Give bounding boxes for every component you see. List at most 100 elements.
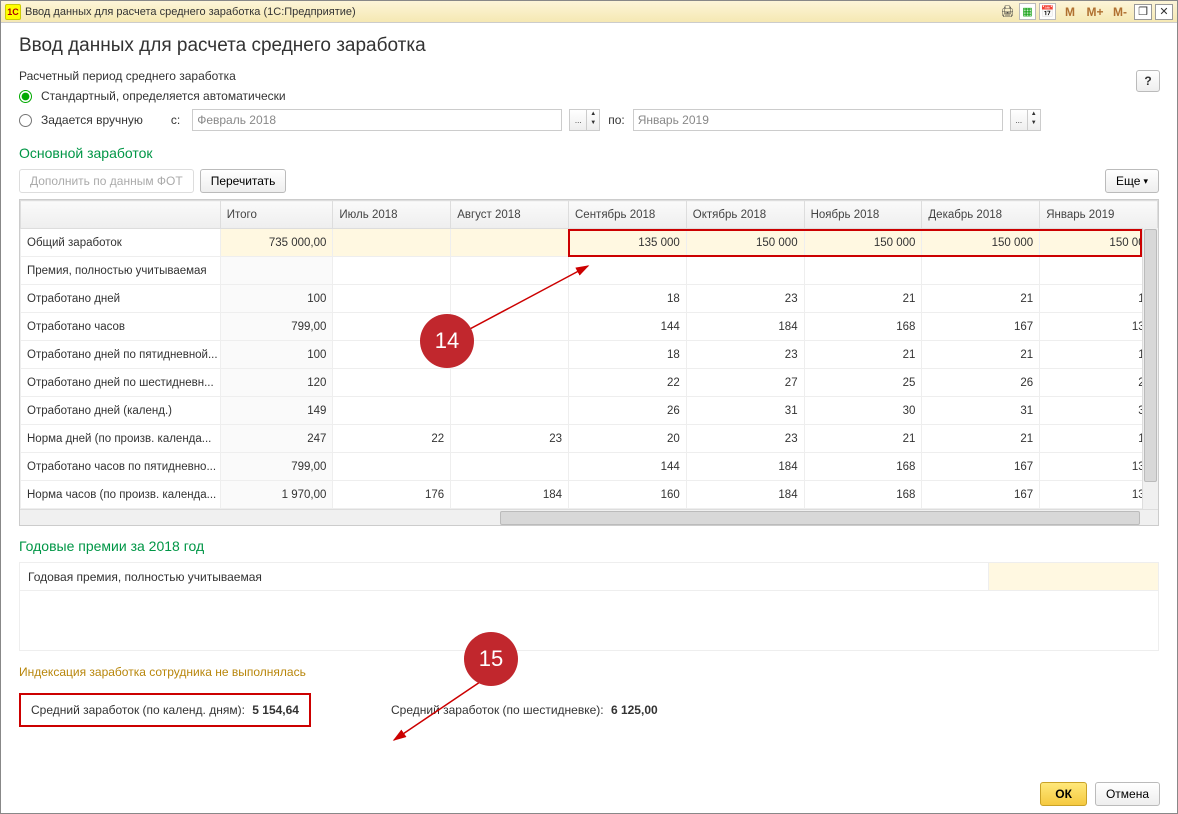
cell-value[interactable]: 21 (922, 341, 1040, 369)
row-label[interactable]: Отработано часов (21, 313, 221, 341)
cell-itogo[interactable]: 149 (220, 397, 333, 425)
cell-value[interactable]: 23 (686, 341, 804, 369)
print-icon[interactable]: 🖨 (999, 3, 1016, 20)
cell-value[interactable]: 23 (686, 425, 804, 453)
table-row[interactable]: Отработано часов799,00144184168167136 (21, 313, 1158, 341)
cell-value[interactable]: 21 (804, 285, 922, 313)
cell-value[interactable]: 160 (569, 481, 687, 509)
cell-value[interactable]: 31 (922, 397, 1040, 425)
cell-value[interactable] (569, 257, 687, 285)
cell-value[interactable]: 22 (569, 369, 687, 397)
row-label[interactable]: Общий заработок (21, 229, 221, 257)
cell-value[interactable]: 27 (686, 369, 804, 397)
cell-value[interactable] (686, 257, 804, 285)
cell-value[interactable]: 21 (804, 425, 922, 453)
cell-value[interactable]: 168 (804, 453, 922, 481)
cell-value[interactable]: 21 (804, 341, 922, 369)
col-month[interactable]: Январь 2019 (1040, 201, 1158, 229)
cell-itogo[interactable]: 735 000,00 (220, 229, 333, 257)
cell-value[interactable]: 184 (451, 481, 569, 509)
cell-value[interactable]: 184 (686, 453, 804, 481)
table-row[interactable]: Отработано дней1001823212117 (21, 285, 1158, 313)
table-row[interactable]: Премия, полностью учитываемая (21, 257, 1158, 285)
cell-value[interactable] (333, 285, 451, 313)
cell-value[interactable]: 144 (569, 313, 687, 341)
cell-value[interactable]: 184 (686, 313, 804, 341)
recalc-button[interactable]: Перечитать (200, 169, 287, 193)
grid-horizontal-scrollbar[interactable] (20, 509, 1158, 525)
row-label[interactable]: Норма часов (по произв. календа... (21, 481, 221, 509)
cell-value[interactable]: 17 (1040, 425, 1158, 453)
table-row[interactable]: Общий заработок735 000,00135 000150 0001… (21, 229, 1158, 257)
cell-value[interactable]: 150 000 (804, 229, 922, 257)
cell-value[interactable]: 167 (922, 313, 1040, 341)
cell-value[interactable]: 136 (1040, 453, 1158, 481)
cell-itogo[interactable]: 1 970,00 (220, 481, 333, 509)
cell-value[interactable] (333, 369, 451, 397)
cell-value[interactable]: 26 (922, 369, 1040, 397)
ok-button[interactable]: ОК (1040, 782, 1087, 806)
annual-row-value[interactable] (989, 563, 1159, 591)
cell-value[interactable] (333, 397, 451, 425)
cell-value[interactable] (451, 285, 569, 313)
cell-value[interactable] (451, 257, 569, 285)
cell-value[interactable] (333, 257, 451, 285)
row-label[interactable]: Отработано дней по шестидневн... (21, 369, 221, 397)
cell-itogo[interactable]: 799,00 (220, 453, 333, 481)
cell-value[interactable]: 23 (686, 285, 804, 313)
cell-value[interactable]: 21 (922, 285, 1040, 313)
row-label[interactable]: Премия, полностью учитываемая (21, 257, 221, 285)
memory-m-icon[interactable]: M (1059, 3, 1081, 20)
col-month[interactable]: Июль 2018 (333, 201, 451, 229)
cell-itogo[interactable]: 799,00 (220, 313, 333, 341)
row-label[interactable]: Отработано дней по пятидневной... (21, 341, 221, 369)
cancel-button[interactable]: Отмена (1095, 782, 1160, 806)
cell-value[interactable]: 17 (1040, 285, 1158, 313)
cell-value[interactable]: 26 (569, 397, 687, 425)
period-manual-radio[interactable] (19, 114, 32, 127)
period-auto-radio[interactable] (19, 90, 32, 103)
cell-value[interactable]: 18 (569, 341, 687, 369)
cell-itogo[interactable]: 120 (220, 369, 333, 397)
earnings-grid[interactable]: Итого Июль 2018 Август 2018 Сентябрь 201… (19, 199, 1159, 526)
memory-mminus-icon[interactable]: M- (1109, 3, 1131, 20)
row-label[interactable]: Норма дней (по произв. календа... (21, 425, 221, 453)
annual-row[interactable]: Годовая премия, полностью учитываемая (20, 563, 1159, 591)
cell-value[interactable] (1040, 257, 1158, 285)
grid-vertical-scrollbar[interactable] (1142, 228, 1158, 509)
help-button[interactable]: ? (1136, 70, 1160, 92)
cell-value[interactable]: 18 (569, 285, 687, 313)
cell-value[interactable]: 20 (569, 425, 687, 453)
period-from-input[interactable]: Февраль 2018 (192, 109, 562, 131)
cell-value[interactable]: 167 (922, 481, 1040, 509)
cell-value[interactable]: 31 (1040, 397, 1158, 425)
cell-value[interactable]: 184 (686, 481, 804, 509)
cell-value[interactable] (451, 369, 569, 397)
cell-value[interactable]: 136 (1040, 313, 1158, 341)
period-to-spinner[interactable]: ▲▼ (1027, 109, 1041, 131)
col-month[interactable]: Декабрь 2018 (922, 201, 1040, 229)
fill-by-fot-button[interactable]: Дополнить по данным ФОТ (19, 169, 194, 193)
annual-grid[interactable]: Годовая премия, полностью учитываемая (19, 562, 1159, 651)
table-row[interactable]: Норма дней (по произв. календа...2472223… (21, 425, 1158, 453)
col-month[interactable]: Октябрь 2018 (686, 201, 804, 229)
row-label[interactable]: Отработано часов по пятидневно... (21, 453, 221, 481)
col-itogo[interactable]: Итого (220, 201, 333, 229)
calculator-icon[interactable]: ▦ (1019, 3, 1036, 20)
cell-value[interactable]: 25 (804, 369, 922, 397)
table-row[interactable]: Отработано дней по пятидневной...1001823… (21, 341, 1158, 369)
col-month[interactable]: Сентябрь 2018 (569, 201, 687, 229)
cell-value[interactable]: 176 (333, 481, 451, 509)
row-label[interactable]: Отработано дней (21, 285, 221, 313)
period-from-select-button[interactable]: ... (569, 109, 587, 131)
col-month[interactable]: Август 2018 (451, 201, 569, 229)
cell-value[interactable] (451, 453, 569, 481)
cell-itogo[interactable] (220, 257, 333, 285)
cell-value[interactable]: 150 000 (686, 229, 804, 257)
cell-value[interactable]: 136 (1040, 481, 1158, 509)
cell-value[interactable]: 144 (569, 453, 687, 481)
cell-value[interactable]: 30 (804, 397, 922, 425)
cell-value[interactable]: 21 (922, 425, 1040, 453)
window-close-icon[interactable]: ✕ (1155, 4, 1173, 20)
col-month[interactable]: Ноябрь 2018 (804, 201, 922, 229)
